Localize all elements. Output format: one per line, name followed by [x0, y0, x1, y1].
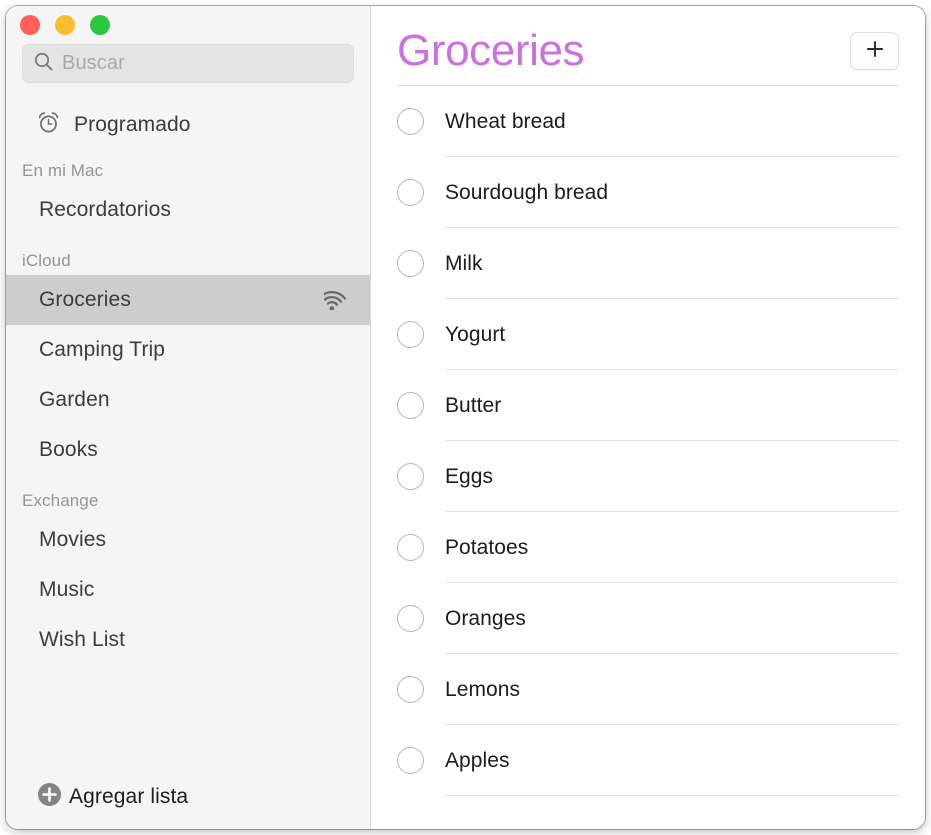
- sidebar-item-label: Groceries: [39, 288, 131, 311]
- reminder-label: Lemons: [445, 677, 521, 701]
- zoom-button[interactable]: [90, 15, 110, 35]
- reminder-checkbox[interactable]: [397, 463, 424, 491]
- shared-list-icon: [320, 284, 354, 316]
- sidebar-item-label: Music: [39, 578, 95, 601]
- sidebar-item-label: Camping Trip: [39, 338, 166, 361]
- search-placeholder: Buscar: [62, 52, 125, 74]
- reminder-row[interactable]: Milk: [397, 228, 899, 300]
- sidebar-item-programado[interactable]: Programado: [6, 105, 370, 145]
- page-title: Groceries: [397, 26, 585, 75]
- sidebar-item-label: Garden: [39, 388, 110, 411]
- sidebar-item-books[interactable]: Books: [6, 425, 370, 475]
- reminders-list: Wheat bread Sourdough bread Milk Yogurt …: [371, 86, 925, 797]
- sidebar-item-music[interactable]: Music: [6, 565, 370, 615]
- sidebar-item-groceries[interactable]: Groceries: [6, 275, 370, 325]
- reminder-checkbox[interactable]: [397, 392, 424, 420]
- sidebar-item-label: Books: [39, 438, 98, 461]
- sidebar-item-label: Recordatorios: [39, 198, 172, 221]
- reminder-label: Apples: [445, 748, 510, 772]
- reminder-checkbox[interactable]: [397, 534, 424, 562]
- minimize-button[interactable]: [55, 15, 75, 35]
- reminder-label: Wheat bread: [445, 109, 566, 133]
- reminder-label: Sourdough bread: [445, 180, 609, 204]
- sidebar-group-header-exchange: Exchange: [22, 491, 99, 510]
- close-button[interactable]: [20, 15, 40, 35]
- sidebar-list: Programado En mi Mac Recordatorios iClou…: [6, 83, 370, 765]
- reminder-checkbox[interactable]: [397, 179, 424, 207]
- main-content: Groceries Wheat bread Sourdough bread Mi…: [371, 6, 925, 829]
- reminder-row[interactable]: Lemons: [397, 654, 899, 726]
- reminder-row[interactable]: Potatoes: [397, 512, 899, 584]
- reminder-checkbox[interactable]: [397, 676, 424, 704]
- reminder-checkbox[interactable]: [397, 108, 424, 136]
- sidebar-item-label: Programado: [74, 113, 191, 136]
- sidebar-item-movies[interactable]: Movies: [6, 515, 370, 565]
- add-list-button[interactable]: Agregar lista: [6, 765, 370, 829]
- reminder-row[interactable]: Oranges: [397, 583, 899, 655]
- search-icon: [33, 51, 54, 77]
- reminder-label: Oranges: [445, 606, 526, 630]
- reminder-row[interactable]: Butter: [397, 370, 899, 442]
- sidebar-item-label: Movies: [39, 528, 107, 551]
- reminder-checkbox[interactable]: [397, 747, 424, 775]
- search-input[interactable]: Buscar: [22, 44, 354, 83]
- reminder-row[interactable]: Apples: [397, 725, 899, 797]
- window-controls: [6, 6, 370, 44]
- reminder-label: Butter: [445, 393, 502, 417]
- sidebar-group-header-en-mi-mac: En mi Mac: [22, 161, 104, 180]
- reminder-row[interactable]: Wheat bread: [397, 86, 899, 158]
- reminder-row[interactable]: Yogurt: [397, 299, 899, 371]
- sidebar: Buscar Programado En mi Mac Recordatorio…: [6, 6, 371, 829]
- reminder-checkbox[interactable]: [397, 321, 424, 349]
- reminder-row[interactable]: Sourdough bread: [397, 157, 899, 229]
- add-reminder-button[interactable]: [850, 32, 899, 71]
- sidebar-group-header-icloud: iCloud: [22, 251, 71, 270]
- reminder-label: Potatoes: [445, 535, 529, 559]
- search-container: Buscar: [6, 44, 370, 83]
- reminder-label: Milk: [445, 251, 483, 275]
- reminder-row[interactable]: Eggs: [397, 441, 899, 513]
- reminder-label: Eggs: [445, 464, 494, 488]
- reminder-label: Yogurt: [445, 322, 506, 346]
- reminders-window: Buscar Programado En mi Mac Recordatorio…: [6, 6, 925, 829]
- plus-icon: [864, 38, 886, 65]
- alarm-clock-icon: [36, 110, 61, 140]
- sidebar-item-label: Wish List: [39, 628, 126, 651]
- list-header: Groceries: [371, 6, 925, 74]
- sidebar-item-wish-list[interactable]: Wish List: [6, 615, 370, 665]
- reminder-checkbox[interactable]: [397, 250, 424, 278]
- plus-circle-icon: [36, 781, 63, 813]
- sidebar-item-camping-trip[interactable]: Camping Trip: [6, 325, 370, 375]
- add-list-label: Agregar lista: [69, 785, 189, 808]
- reminder-checkbox[interactable]: [397, 605, 424, 633]
- sidebar-item-recordatorios[interactable]: Recordatorios: [6, 185, 370, 235]
- sidebar-item-garden[interactable]: Garden: [6, 375, 370, 425]
